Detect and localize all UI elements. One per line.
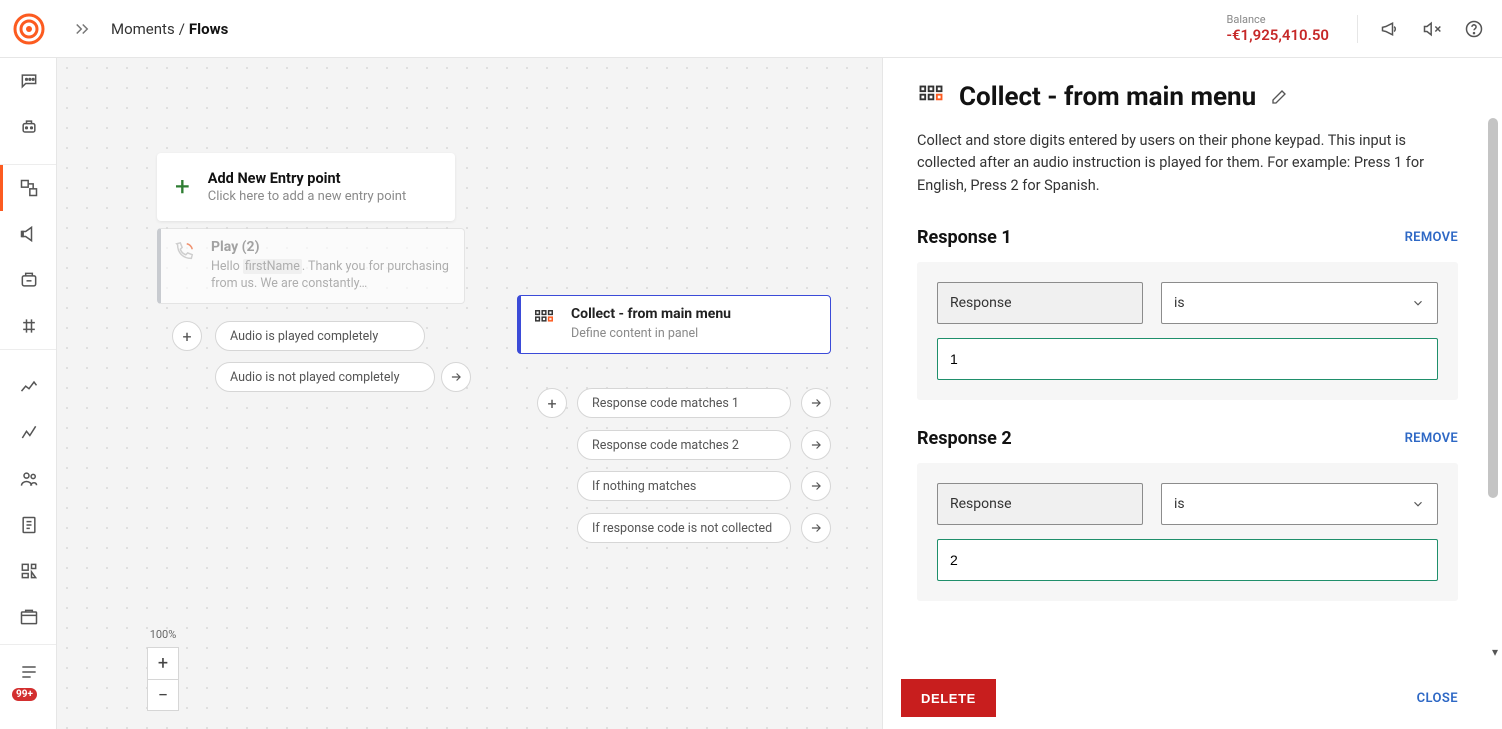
sidebar-item-broadcast[interactable] [0,211,57,257]
zoom-in-button[interactable]: + [147,647,179,679]
branch-next-icon[interactable] [441,362,471,392]
response-value-input[interactable] [937,338,1438,380]
add-branch-button[interactable]: + [172,321,202,351]
branch-not-collected[interactable]: If response code is not collected [577,513,791,543]
branch-next-icon[interactable] [801,471,831,501]
sidebar-item-docs[interactable] [0,502,57,548]
add-branch-button[interactable]: + [537,388,567,418]
scrollbar-thumb[interactable] [1488,118,1498,498]
phone-icon [171,239,197,263]
chevron-down-icon [1411,296,1425,310]
branch-audio-complete[interactable]: Audio is played completely [215,321,425,351]
sidebar-item-bots[interactable] [0,104,57,150]
branch-response-2[interactable]: Response code matches 2 [577,430,791,460]
operator-select[interactable]: is [1161,282,1438,324]
branch-nothing[interactable]: If nothing matches [577,471,791,501]
response-value-input[interactable] [937,539,1438,581]
response-heading: Response 2 [917,428,1012,449]
panel-title: Collect - from main menu [959,82,1256,112]
branch-next-icon[interactable] [801,430,831,460]
chevron-down-icon [1411,497,1425,511]
sidebar-item-automation[interactable] [0,257,57,303]
branch-next-icon[interactable] [801,388,831,418]
breadcrumb: Moments / Flows [111,20,228,38]
help-icon[interactable] [1464,19,1484,39]
zoom-controls: 100% + − [147,628,179,711]
branch-next-icon[interactable] [801,513,831,543]
node-collect[interactable]: Collect - from main menu Define content … [517,295,831,354]
sidebar-item-conversations[interactable] [0,58,57,104]
operator-select[interactable]: is [1161,483,1438,525]
delete-button[interactable]: DELETE [901,679,996,717]
detail-panel: ▴ ▾ Collect - from main menu Collect and… [882,58,1502,729]
mute-icon[interactable] [1422,19,1442,39]
sidebar-item-people[interactable] [0,456,57,502]
response-field-label: Response [937,282,1143,324]
node-play[interactable]: Play (2) Hello firstName. Thank you for … [157,228,465,304]
balance-display: Balance -€1,925,410.50 [1226,13,1329,44]
add-entry-point-card[interactable]: + Add New Entry point Click here to add … [157,153,455,221]
remove-response-button[interactable]: REMOVE [1405,230,1458,245]
keypad-icon [531,306,557,330]
panel-description: Collect and store digits entered by user… [917,130,1437,197]
response-heading: Response 1 [917,227,1012,248]
sidebar-item-catalog[interactable] [0,594,57,640]
notification-badge: 99+ [12,688,37,701]
branch-audio-incomplete[interactable]: Audio is not played completely [215,362,435,392]
plus-icon: + [175,174,190,200]
sidebar-item-tags[interactable] [0,548,57,594]
breadcrumb-current[interactable]: Flows [189,20,228,38]
announce-icon[interactable] [1380,19,1400,39]
close-button[interactable]: CLOSE [1417,691,1458,706]
branch-response-1[interactable]: Response code matches 1 [577,388,791,418]
edit-title-icon[interactable] [1270,88,1288,106]
sidebar-item-flows[interactable] [0,165,57,211]
sidebar-item-numbers[interactable] [0,303,57,349]
sidebar-item-notifications[interactable]: 99+ [0,649,57,695]
sidebar-item-reports[interactable] [0,410,57,456]
response-field-label: Response [937,483,1143,525]
keypad-icon [917,83,945,111]
app-logo[interactable] [0,0,57,57]
scroll-down-icon[interactable]: ▾ [1492,645,1498,659]
breadcrumb-root[interactable]: Moments [111,20,175,38]
expand-sidebar-icon[interactable] [73,20,91,38]
sidebar-item-analytics[interactable] [0,364,57,410]
zoom-out-button[interactable]: − [147,679,179,711]
remove-response-button[interactable]: REMOVE [1405,431,1458,446]
